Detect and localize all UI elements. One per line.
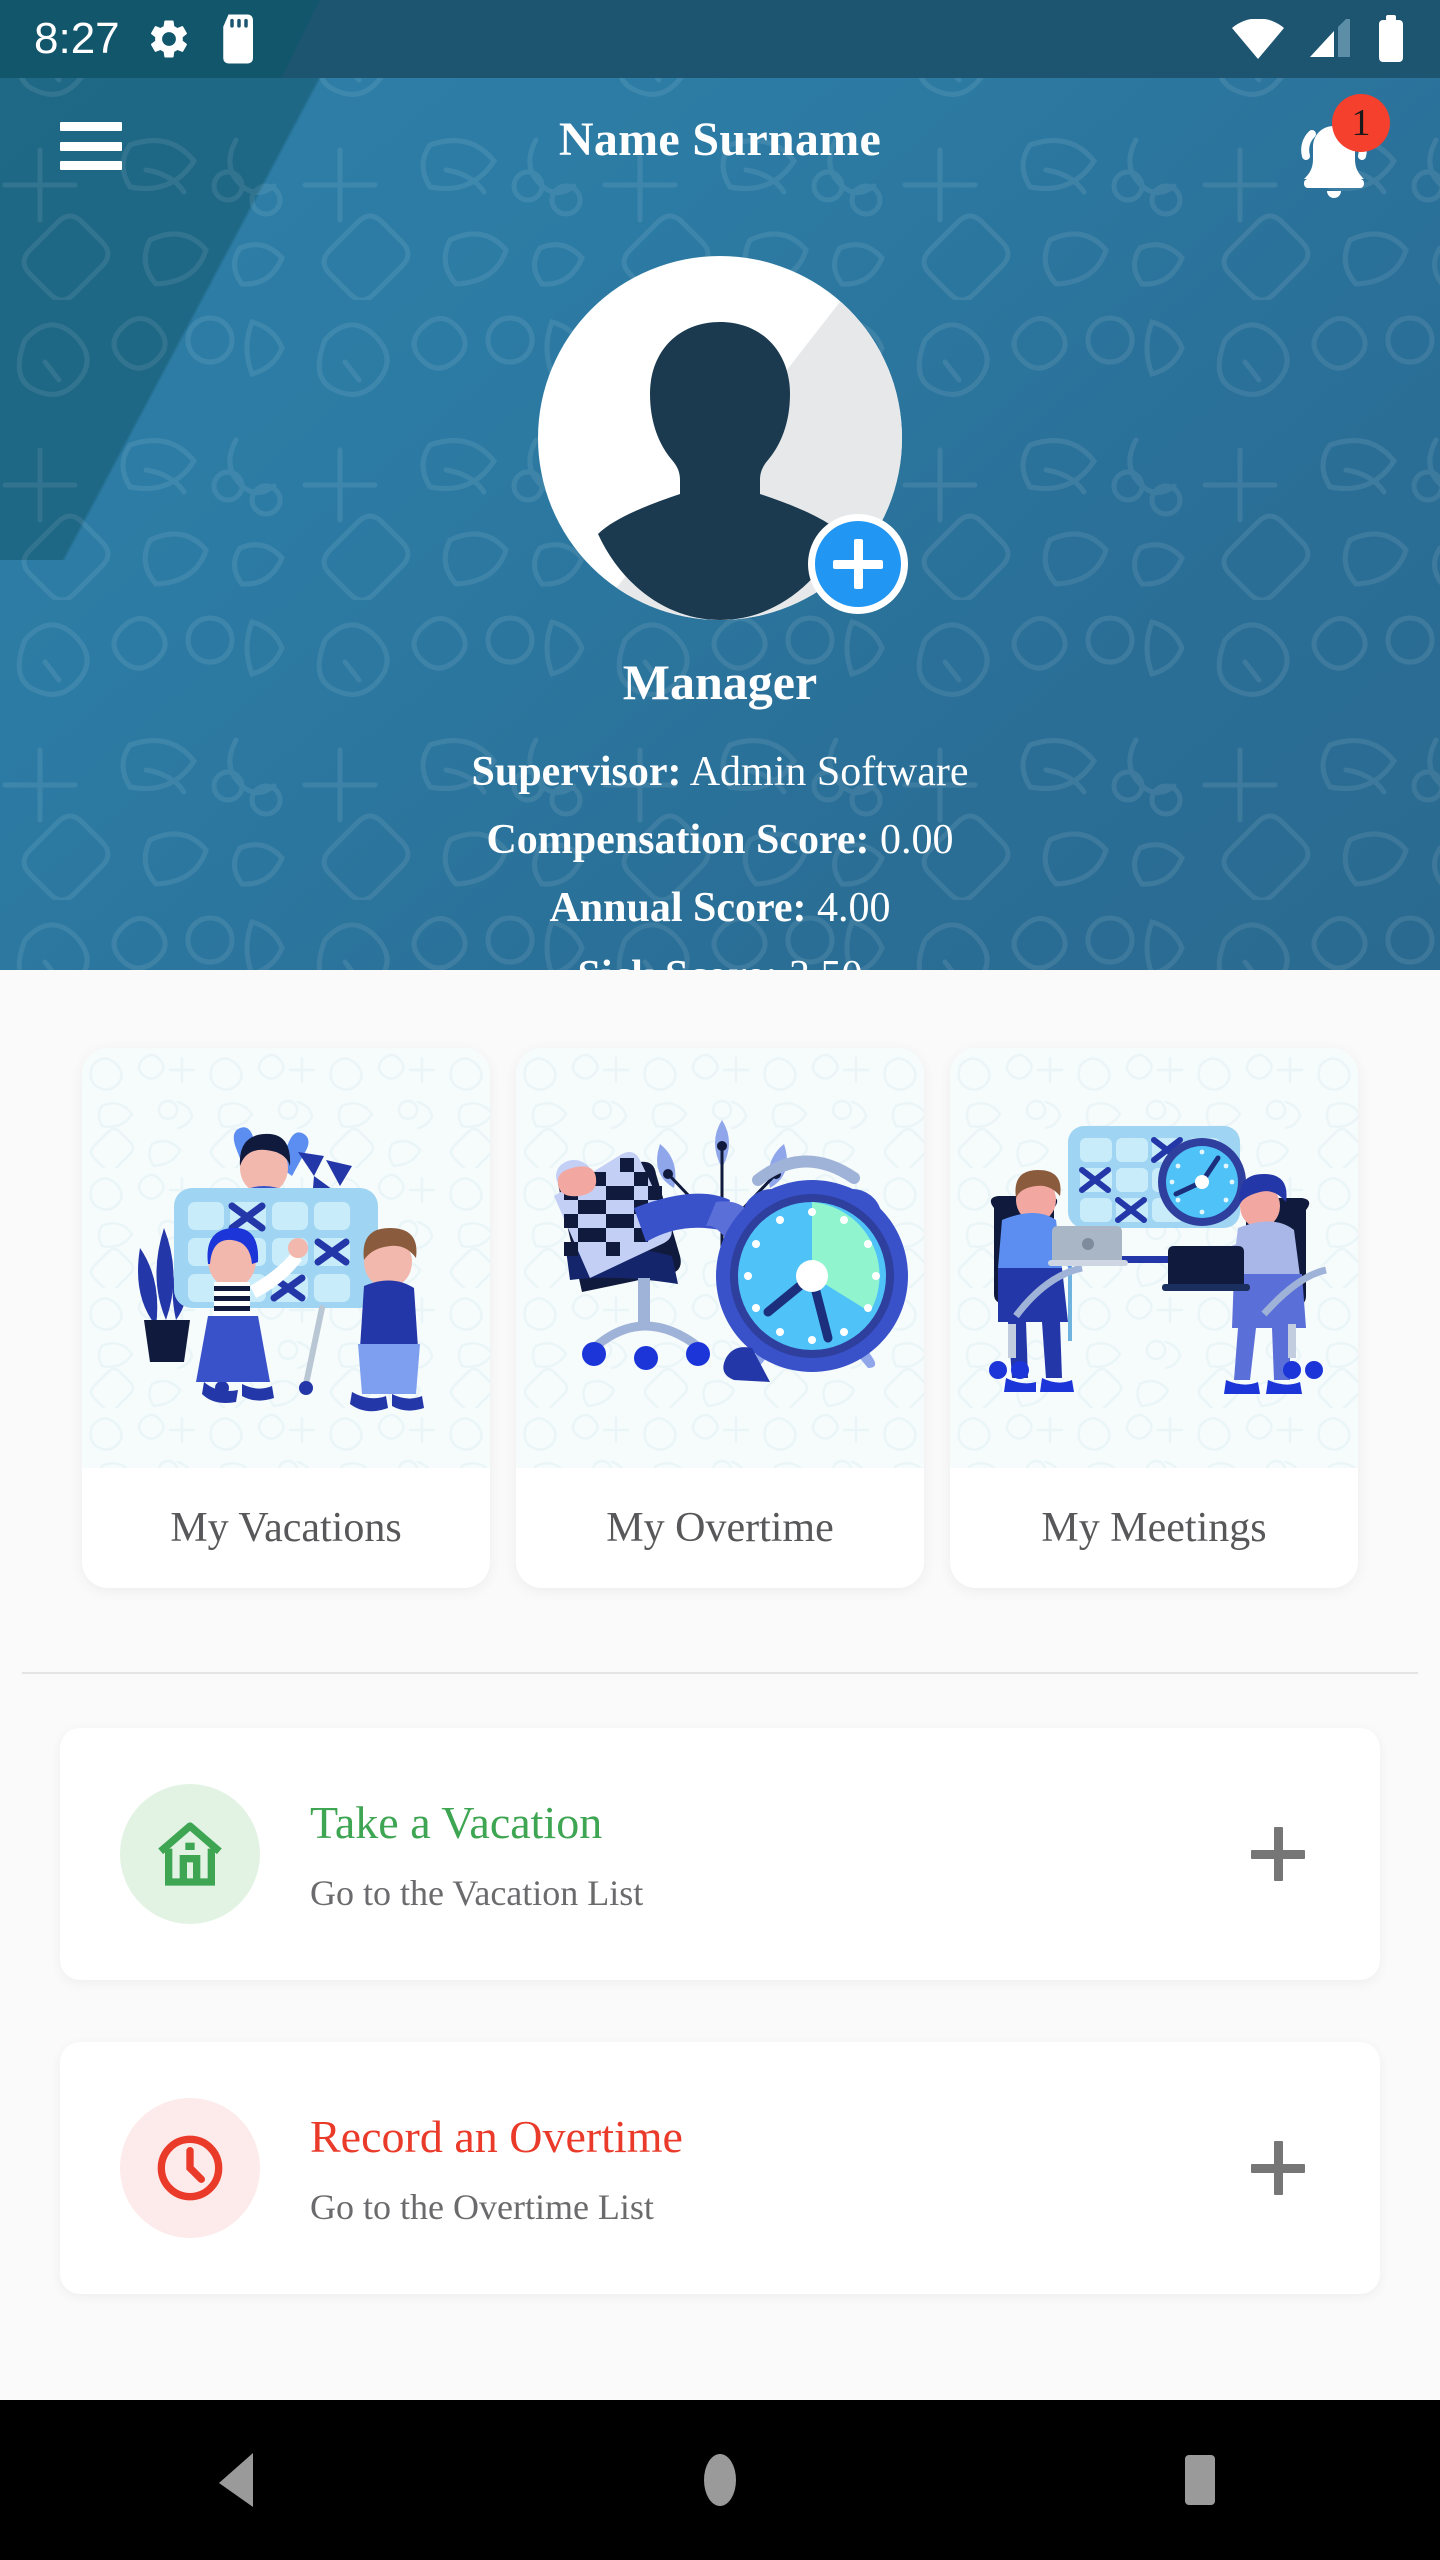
profile-stats: Supervisor: Admin Software Compensation … (0, 738, 1440, 970)
profile-role: Manager (622, 654, 818, 710)
stat-supervisor: Supervisor: Admin Software (0, 738, 1440, 806)
stat-compensation-score: Compensation Score: 0.00 (0, 806, 1440, 874)
sd-card-icon (222, 14, 253, 64)
feature-card-my-vacations[interactable]: My Vacations (82, 1048, 490, 1588)
notification-button[interactable]: 1 (1282, 94, 1390, 210)
stat-value: 4.00 (817, 885, 891, 931)
back-triangle-icon (219, 2453, 253, 2507)
action-text: Record an Overtime Go to the Overtime Li… (310, 2108, 1218, 2228)
android-navigation-bar (0, 2400, 1440, 2560)
app-root: Name Surname 1 Manager Supervisor: Admin… (0, 0, 1440, 2560)
stat-value: Admin Software (689, 749, 969, 795)
meeting-desk-illustration (989, 1126, 1327, 1394)
calendar-people-illustration (138, 1127, 424, 1412)
profile-header: Name Surname 1 Manager Supervisor: Admin… (0, 0, 1440, 970)
add-vacation-button[interactable] (1218, 1728, 1338, 1980)
nav-back-button[interactable] (150, 2400, 330, 2560)
action-item-record-an-overtime[interactable]: Record an Overtime Go to the Overtime Li… (60, 2042, 1380, 2294)
stat-label: Supervisor: (471, 749, 682, 795)
home-circle-icon (704, 2454, 736, 2506)
avatar[interactable] (538, 256, 908, 620)
stat-sick-score: Sick Score: 3.50 (0, 942, 1440, 970)
status-bar: 8:27 (0, 0, 1440, 78)
card-art (950, 1048, 1358, 1468)
action-subtitle: Go to the Vacation List (310, 1873, 644, 1913)
stat-label: Sick Score: (577, 953, 778, 970)
add-photo-button[interactable] (808, 514, 908, 614)
stat-label: Annual Score: (549, 885, 807, 931)
feature-card-label: My Overtime (606, 1505, 834, 1551)
cellular-signal-icon (1310, 19, 1350, 57)
page-title: Name Surname (558, 113, 882, 166)
nav-home-button[interactable] (630, 2400, 810, 2560)
feature-card-row: My Vacations My Overtime My Meetings (0, 1048, 1440, 1588)
home-icon-badge (120, 1784, 260, 1924)
stat-value: 0.00 (880, 817, 954, 863)
status-bar-clock: 8:27 (34, 14, 120, 63)
feature-card-label: My Meetings (1041, 1505, 1267, 1551)
nav-recents-button[interactable] (1110, 2400, 1290, 2560)
stat-annual-score: Annual Score: 4.00 (0, 874, 1440, 942)
battery-icon (1379, 15, 1403, 62)
card-art (82, 1048, 490, 1468)
app-bar: Name Surname 1 (0, 78, 1440, 210)
feature-card-my-meetings[interactable]: My Meetings (950, 1048, 1358, 1588)
recents-square-icon (1185, 2455, 1215, 2505)
action-subtitle: Go to the Overtime List (310, 2187, 654, 2227)
section-divider (22, 1672, 1418, 1674)
wifi-icon (1232, 19, 1284, 59)
stat-label: Compensation Score: (486, 817, 870, 863)
gear-icon (150, 20, 187, 58)
alarm-clock-illustration (554, 1120, 908, 1382)
feature-card-label: My Vacations (170, 1505, 402, 1551)
action-title: Take a Vacation (310, 1797, 603, 1848)
action-list: Take a Vacation Go to the Vacation List … (0, 1728, 1440, 2356)
status-bar-left: 8:27 (0, 14, 260, 64)
notification-badge: 1 (1332, 94, 1390, 152)
card-art (516, 1048, 924, 1468)
clock-icon-badge (120, 2098, 260, 2238)
action-text: Take a Vacation Go to the Vacation List (310, 1794, 1218, 1914)
stat-value: 3.50 (789, 953, 863, 970)
action-item-take-a-vacation[interactable]: Take a Vacation Go to the Vacation List (60, 1728, 1380, 1980)
status-bar-right (1232, 0, 1406, 78)
home-icon (158, 1822, 222, 1886)
main-content: My Vacations My Overtime My Meetings Tak… (0, 970, 1440, 2350)
feature-card-my-overtime[interactable]: My Overtime (516, 1048, 924, 1588)
action-title: Record an Overtime (310, 2111, 683, 2162)
add-overtime-button[interactable] (1218, 2042, 1338, 2294)
clock-icon (157, 2135, 223, 2201)
